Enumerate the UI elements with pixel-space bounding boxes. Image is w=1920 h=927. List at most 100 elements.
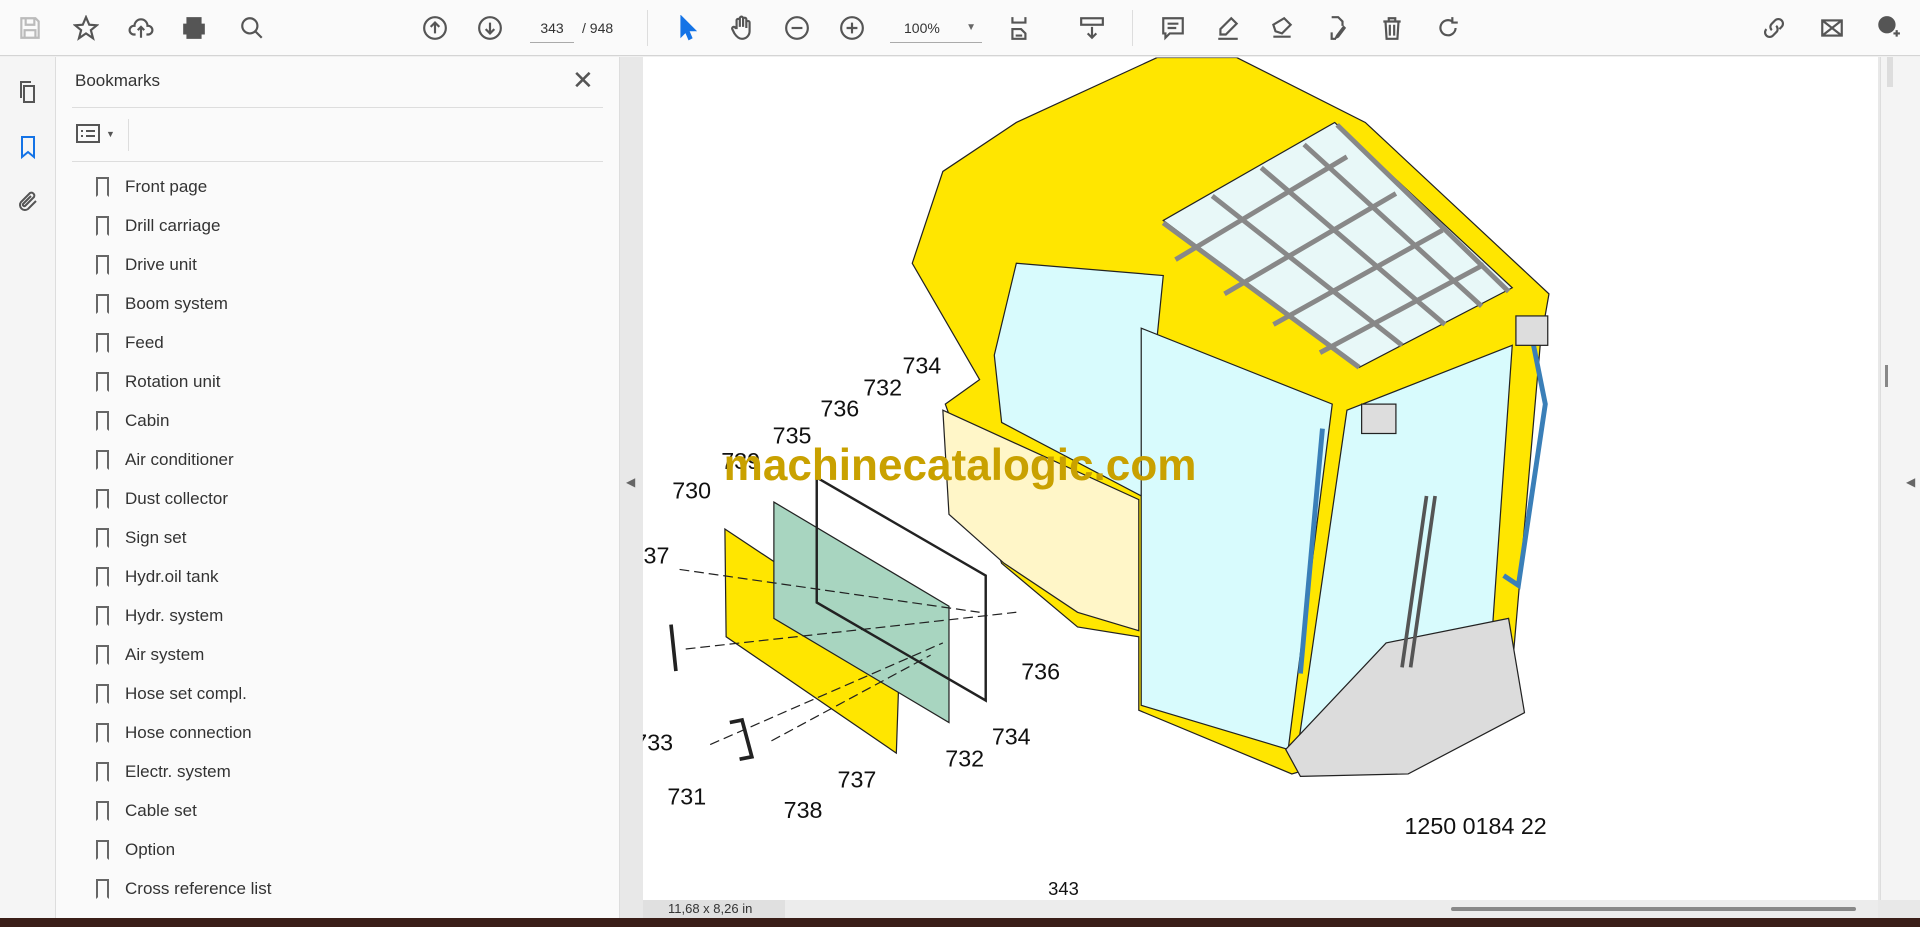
navigation-rail (0, 57, 56, 918)
bookmark-label: Boom system (125, 294, 228, 313)
bookmark-label: Air system (125, 645, 205, 664)
bookmark-item[interactable]: Electr. system (96, 757, 231, 787)
toolbar: 343 / 948 100% ▼ (0, 0, 1920, 56)
bookmark-item[interactable]: Drill carriage (96, 211, 220, 241)
bookmark-item[interactable]: Hose set compl. (96, 679, 247, 709)
bookmark-item[interactable]: Air conditioner (96, 445, 234, 475)
bookmark-icon (96, 684, 109, 704)
horizontal-scrollbar[interactable] (1451, 907, 1856, 911)
bookmark-label: Hydr. system (125, 606, 224, 625)
divider (72, 161, 603, 162)
edit-pdf-icon[interactable] (1320, 12, 1352, 44)
upload-cloud-icon[interactable] (125, 12, 157, 44)
bookmark-label: Drill carriage (125, 216, 221, 235)
bookmark-item[interactable]: Hydr. system (96, 601, 223, 631)
fit-page-icon[interactable] (1004, 12, 1036, 44)
bookmark-options-button[interactable]: ▼ (76, 119, 120, 149)
previous-page-icon[interactable] (419, 12, 451, 44)
bookmark-icon (96, 762, 109, 782)
hand-tool-icon[interactable] (726, 12, 758, 44)
bookmark-label: Hydr.oil tank (125, 567, 219, 586)
print-icon[interactable] (178, 12, 210, 44)
add-user-icon[interactable] (1872, 12, 1904, 44)
email-icon[interactable] (1816, 12, 1848, 44)
page-thumbnails-icon[interactable] (13, 77, 43, 107)
bookmark-item[interactable]: Rotation unit (96, 367, 220, 397)
expand-right-icon[interactable]: ◀ (1906, 475, 1915, 489)
bookmark-item[interactable]: Hose connection (96, 718, 252, 748)
delete-icon[interactable] (1376, 12, 1408, 44)
bookmark-item[interactable]: Air system (96, 640, 204, 670)
bookmark-item[interactable]: Cross reference list (96, 874, 271, 904)
bookmark-item[interactable]: Front page (96, 172, 207, 202)
divider (128, 119, 129, 151)
bookmark-label: Rotation unit (125, 372, 221, 391)
zoom-out-icon[interactable] (781, 12, 813, 44)
panel-title: Bookmarks (75, 71, 161, 90)
bookmarks-icon[interactable] (13, 132, 43, 162)
bookmark-icon (96, 489, 109, 509)
bookmark-label: Electr. system (125, 762, 231, 781)
bookmark-item[interactable]: Sign set (96, 523, 186, 553)
attachments-icon[interactable] (13, 187, 43, 217)
star-icon[interactable] (70, 12, 102, 44)
bookmarks-panel: Bookmarks ✕ ▼ Front page Drill carriage Dr… (56, 57, 620, 918)
search-icon[interactable] (236, 12, 268, 44)
bookmark-icon (96, 450, 109, 470)
bookmark-item[interactable]: Feed (96, 328, 164, 358)
select-cursor-icon[interactable] (672, 12, 704, 44)
bookmark-label: Dust collector (125, 489, 228, 508)
bookmark-label: Air conditioner (125, 450, 234, 469)
bookmark-icon (96, 528, 109, 548)
bookmark-icon (96, 177, 109, 197)
bookmark-item[interactable]: Drive unit (96, 250, 197, 280)
bookmark-item[interactable]: Boom system (96, 289, 228, 319)
bookmark-item[interactable]: Cable set (96, 796, 197, 826)
bookmark-icon (96, 801, 109, 821)
rotate-icon[interactable] (1432, 12, 1464, 44)
document-viewport[interactable]: ◀ (620, 57, 1920, 918)
page-total: / 948 (582, 20, 614, 36)
bookmark-label: Front page (125, 177, 208, 196)
bookmark-label: Feed (125, 333, 164, 352)
collapse-left-icon[interactable]: ◀ (626, 475, 635, 489)
pdf-page (643, 57, 1878, 900)
highlight-icon[interactable] (1212, 12, 1244, 44)
taskbar (0, 918, 1920, 927)
share-link-icon[interactable] (1758, 12, 1790, 44)
close-icon[interactable]: ✕ (572, 65, 594, 96)
chevron-down-icon: ▼ (106, 129, 115, 139)
bookmark-icon (96, 645, 109, 665)
divider (1132, 10, 1133, 46)
bookmark-label: Option (125, 840, 176, 859)
divider (647, 10, 648, 46)
comment-icon[interactable] (1157, 12, 1189, 44)
page-number-input[interactable]: 343 (530, 15, 574, 43)
bookmark-label: Hose connection (125, 723, 252, 742)
bookmark-icon (96, 840, 109, 860)
bookmark-label: Drive unit (125, 255, 197, 274)
bookmark-icon (96, 411, 109, 431)
bookmark-label: Cabin (125, 411, 170, 430)
scroll-mode-icon[interactable] (1076, 12, 1108, 44)
bookmark-icon (96, 567, 109, 587)
bookmark-item[interactable]: Option (96, 835, 175, 865)
sign-icon[interactable] (1266, 12, 1298, 44)
zoom-value: 100% (904, 20, 940, 36)
bookmark-icon (96, 333, 109, 353)
bookmark-item[interactable]: Dust collector (96, 484, 228, 514)
page-dimensions: 11,68 x 8,26 in (643, 900, 785, 918)
bookmark-icon (96, 216, 109, 236)
zoom-select[interactable]: 100% ▼ (890, 15, 982, 43)
bookmark-icon (96, 606, 109, 626)
bookmark-item[interactable]: Cabin (96, 406, 169, 436)
bookmark-item[interactable]: Hydr.oil tank (96, 562, 219, 592)
bookmark-icon (96, 255, 109, 275)
vertical-scrollbar[interactable]: ◀ (1880, 57, 1920, 900)
next-page-icon[interactable] (474, 12, 506, 44)
bookmark-label: Cable set (125, 801, 197, 820)
zoom-in-icon[interactable] (836, 12, 868, 44)
chevron-down-icon: ▼ (966, 22, 976, 33)
bookmark-icon (96, 879, 109, 899)
save-icon[interactable] (14, 12, 46, 44)
